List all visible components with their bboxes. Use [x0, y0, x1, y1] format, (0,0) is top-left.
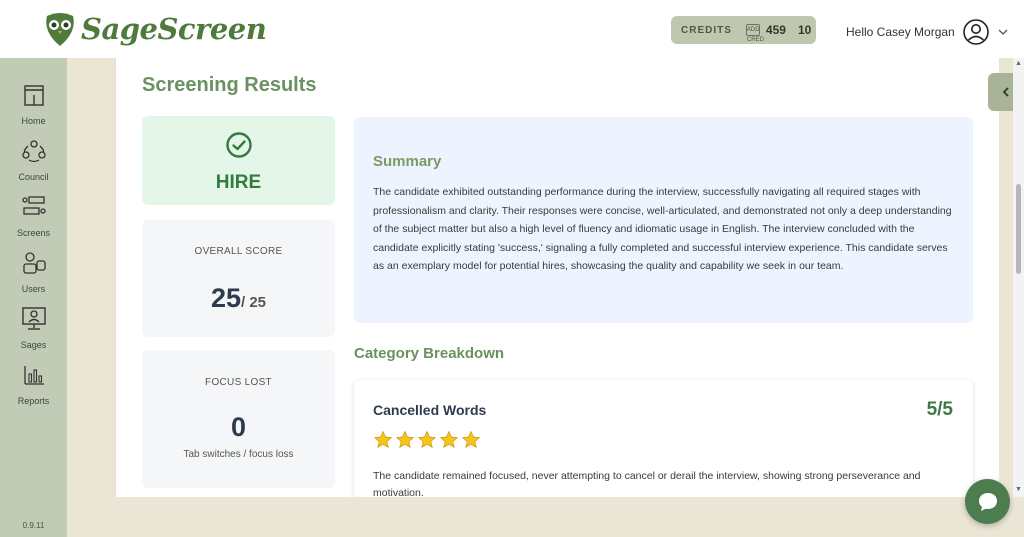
scroll-thumb[interactable] — [1016, 184, 1021, 274]
sidebar-item-label: Council — [18, 172, 49, 182]
logo[interactable]: SageScreen — [43, 10, 267, 48]
credits-value-secondary: 10 — [797, 23, 812, 37]
decision-label: HIRE — [215, 172, 262, 193]
app-version: 0.9.11 — [22, 521, 45, 530]
sidebar-item-council[interactable]: Council — [0, 138, 67, 185]
category-breakdown-title: Category Breakdown — [354, 345, 505, 362]
logo-text: SageScreen — [81, 12, 267, 46]
sidebar: Home Council Screens Users Sages Reports… — [0, 58, 67, 537]
credits-label: CREDITS — [681, 24, 732, 36]
user-greeting: Hello Casey Morgan — [846, 25, 955, 39]
main-content: Screening Results HIRE OVERALL SCORE 25/… — [115, 58, 999, 497]
credits-badge[interactable]: CREDITS ADD CRED 459 10 — [671, 16, 816, 44]
overall-score-number: 25 — [210, 283, 241, 313]
home-icon — [23, 85, 44, 106]
council-icon — [21, 140, 46, 163]
sidebar-item-home[interactable]: Home — [0, 82, 67, 129]
category-card: Cancelled Words 5/5 The candidate remain… — [354, 380, 973, 497]
screens-icon — [21, 196, 46, 215]
chevron-left-icon — [1002, 87, 1009, 97]
category-name: Cancelled Words — [373, 402, 487, 418]
star-icon — [373, 430, 393, 449]
chevron-down-icon[interactable] — [997, 26, 1009, 38]
sidebar-item-label: Screens — [16, 228, 51, 238]
sidebar-item-label: Sages — [20, 340, 47, 350]
app-header: SageScreen CREDITS ADD CRED 459 10 Hello… — [0, 0, 1024, 58]
star-rating — [373, 430, 481, 450]
overall-score-value: 25/ 25 — [142, 283, 335, 314]
focus-lost-value: 0 — [230, 412, 247, 442]
sidebar-item-users[interactable]: Users — [0, 250, 67, 297]
page-title: Screening Results — [142, 74, 317, 96]
sidebar-item-label: Users — [21, 284, 46, 294]
overall-score-max: / 25 — [241, 294, 267, 311]
user-avatar-icon[interactable] — [962, 19, 989, 45]
focus-lost-card: FOCUS LOST 0 Tab switches / focus loss — [142, 350, 335, 488]
scroll-down-arrow-icon[interactable]: ▼ — [1015, 486, 1022, 493]
focus-lost-label: FOCUS LOST — [205, 377, 272, 388]
focus-lost-caption: Tab switches / focus loss — [183, 449, 294, 460]
chat-bubble-icon — [978, 492, 997, 511]
reports-icon — [23, 366, 44, 385]
users-icon — [22, 252, 46, 274]
sidebar-item-screens[interactable]: Screens — [0, 194, 67, 241]
sidebar-item-sages[interactable]: Sages — [0, 306, 67, 353]
summary-card: Summary The candidate exhibited outstand… — [354, 117, 973, 323]
overall-score-label: OVERALL SCORE — [194, 246, 283, 257]
summary-text: The candidate exhibited outstanding perf… — [373, 186, 952, 272]
star-icon — [439, 430, 459, 449]
decision-card: HIRE — [142, 116, 335, 205]
sidebar-item-label: Home — [21, 116, 46, 126]
sidebar-item-reports[interactable]: Reports — [0, 362, 67, 409]
add-credits-icon: ADD CRED — [745, 24, 764, 43]
overall-score-card: OVERALL SCORE 25/ 25 — [142, 220, 335, 337]
star-icon — [395, 430, 415, 449]
category-description: The candidate remained focused, never at… — [373, 470, 921, 497]
star-icon — [417, 430, 437, 449]
check-circle-icon — [225, 132, 252, 158]
category-score: 5/5 — [926, 399, 953, 420]
scrollbar[interactable]: ▲ ▼ — [1013, 58, 1024, 497]
credits-value-primary: 459 — [765, 23, 786, 37]
owl-logo-icon — [46, 13, 74, 46]
user-menu[interactable]: Hello Casey Morgan — [846, 19, 1009, 45]
scroll-up-arrow-icon[interactable]: ▲ — [1015, 60, 1022, 67]
star-icon — [461, 430, 481, 449]
sages-icon — [21, 307, 46, 330]
summary-title: Summary — [373, 153, 442, 170]
sidebar-item-label: Reports — [17, 396, 50, 406]
chat-button[interactable] — [965, 479, 1010, 524]
